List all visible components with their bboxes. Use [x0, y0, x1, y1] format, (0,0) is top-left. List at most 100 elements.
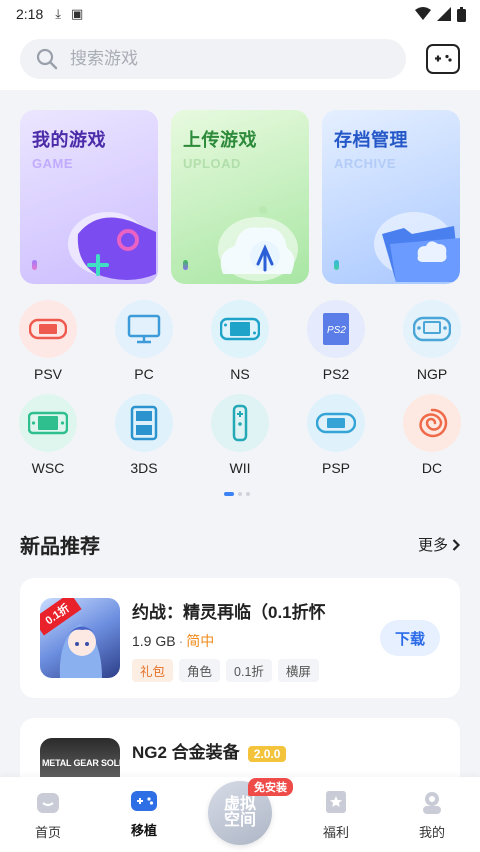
ngp-icon — [403, 300, 461, 358]
platform-psp[interactable]: PSP — [306, 394, 366, 488]
nav-port[interactable]: 移植 — [96, 777, 192, 852]
card-title: 上传游戏 — [183, 130, 257, 150]
pager-dot-active — [224, 492, 234, 496]
wii-remote-icon — [211, 394, 269, 452]
platform-grid: PSV PC NS PS2 PS2 NGP WSC 3DS WII PSP DC — [0, 300, 480, 488]
card-subtitle: UPLOAD — [183, 156, 241, 171]
ps2-icon-text: PS2 — [327, 325, 346, 336]
feature-cards: 我的游戏 GAME 上传游戏 UPLOAD 存档管理 ARCHIVE — [20, 110, 460, 284]
home-icon — [37, 793, 59, 813]
gamepad-icon — [435, 54, 452, 62]
center-label-1: 虚拟 — [223, 796, 256, 813]
search-input[interactable] — [70, 49, 350, 69]
nav-label: 移植 — [130, 823, 157, 838]
platform-pc[interactable]: PC — [114, 300, 174, 394]
battery-icon — [457, 6, 466, 22]
card-subtitle: GAME — [32, 156, 73, 171]
chevron-right-icon — [452, 538, 460, 551]
install-free-badge: 免安装 — [248, 778, 293, 796]
app-notification-icon: ▣ — [71, 6, 84, 21]
switch-icon — [211, 300, 269, 358]
card-subtitle: ARCHIVE — [334, 156, 397, 171]
card-indicator — [183, 260, 188, 270]
nav-welfare[interactable]: 福利 — [288, 777, 384, 852]
new-games-header: 新品推荐 更多 — [20, 530, 460, 559]
card-indicator — [334, 260, 339, 270]
tag: 0.1折 — [226, 659, 272, 682]
tag: 横屏 — [277, 659, 319, 682]
more-link[interactable]: 更多 — [418, 534, 460, 555]
signal-icon — [437, 7, 451, 21]
platform-pager — [224, 492, 250, 496]
wifi-icon — [415, 7, 431, 20]
game-card[interactable]: 0.1折 约战：精灵再临（0.1折怀 1.9 GB · 简中 礼包 角色 0.1折 … — [20, 578, 460, 698]
game-language: 简中 — [186, 633, 215, 649]
tag: 角色 — [179, 659, 221, 682]
nav-home[interactable]: 首页 — [0, 777, 96, 852]
gamepad-button[interactable] — [426, 44, 460, 74]
psv-icon — [19, 300, 77, 358]
platform-ns[interactable]: NS — [210, 300, 270, 394]
game-title-row: NG2 合金装备 2.0.0 — [132, 738, 287, 763]
search-bar[interactable] — [20, 39, 407, 79]
platform-label: PS2 — [322, 366, 350, 382]
wsc-icon — [19, 394, 77, 452]
platform-label: WII — [229, 460, 251, 476]
game-tags: 礼包 角色 0.1折 横屏 — [132, 659, 319, 682]
platform-wsc[interactable]: WSC — [18, 394, 78, 488]
card-title: 我的游戏 — [32, 130, 106, 150]
gamepad-nav-icon — [131, 791, 157, 811]
psp-icon — [307, 394, 365, 452]
controller-illustration-icon — [68, 212, 156, 280]
platform-dc[interactable]: DC — [402, 394, 462, 488]
thumbnail-logo-text: METAL GEAR SOLID — [42, 758, 120, 768]
section-title: 新品推荐 — [20, 536, 100, 558]
version-badge: 2.0.0 — [247, 745, 287, 762]
search-icon — [36, 48, 58, 70]
platform-label: PC — [134, 366, 154, 382]
search-row — [0, 28, 480, 90]
game-thumbnail: 0.1折 — [40, 598, 120, 678]
3ds-icon — [115, 394, 173, 452]
center-label-2: 空间 — [223, 812, 256, 829]
dc-swirl-icon — [403, 394, 461, 452]
game-meta: 1.9 GB · 简中 — [132, 631, 214, 651]
status-bar: 2:18 ⤓ ▣ — [0, 0, 480, 28]
upload-game-card[interactable]: 上传游戏 UPLOAD — [171, 110, 309, 284]
game-title: NG2 合金装备 — [132, 743, 240, 762]
platform-label: PSV — [33, 366, 62, 382]
platform-label: NS — [230, 366, 250, 382]
nav-mine[interactable]: 我的 — [384, 777, 480, 852]
meta-separator: · — [178, 633, 184, 649]
upload-cloud-icon — [218, 206, 298, 281]
more-label: 更多 — [417, 537, 448, 554]
pc-monitor-icon — [115, 300, 173, 358]
platform-psv[interactable]: PSV — [18, 300, 78, 394]
download-icon: ⤓ — [55, 6, 61, 21]
tag-gift: 礼包 — [132, 659, 174, 682]
platform-label: WSC — [31, 460, 65, 476]
platform-label: 3DS — [130, 460, 158, 476]
card-title: 存档管理 — [334, 130, 408, 150]
nav-label: 首页 — [34, 825, 61, 840]
profile-icon — [423, 792, 441, 814]
platform-3ds[interactable]: 3DS — [114, 394, 174, 488]
pager-dot — [246, 492, 250, 496]
pager-dot — [238, 492, 242, 496]
archive-manage-card[interactable]: 存档管理 ARCHIVE — [322, 110, 460, 284]
platform-ps2[interactable]: PS2 PS2 — [306, 300, 366, 394]
status-time: 2:18 — [16, 6, 44, 22]
platform-label: PSP — [321, 460, 350, 476]
nav-label: 福利 — [322, 825, 349, 840]
game-title: 约战：精灵再临（0.1折怀 — [132, 603, 326, 622]
my-games-card[interactable]: 我的游戏 GAME — [20, 110, 158, 284]
download-button[interactable]: 下载 — [380, 620, 440, 656]
nav-label: 我的 — [418, 825, 445, 840]
welfare-star-icon — [326, 791, 346, 813]
card-indicator — [32, 260, 37, 270]
platform-ngp[interactable]: NGP — [402, 300, 462, 394]
ps2-icon: PS2 — [307, 300, 365, 358]
folder-cloud-icon — [374, 212, 460, 282]
game-size: 1.9 GB — [132, 633, 176, 649]
platform-wii[interactable]: WII — [210, 394, 270, 488]
